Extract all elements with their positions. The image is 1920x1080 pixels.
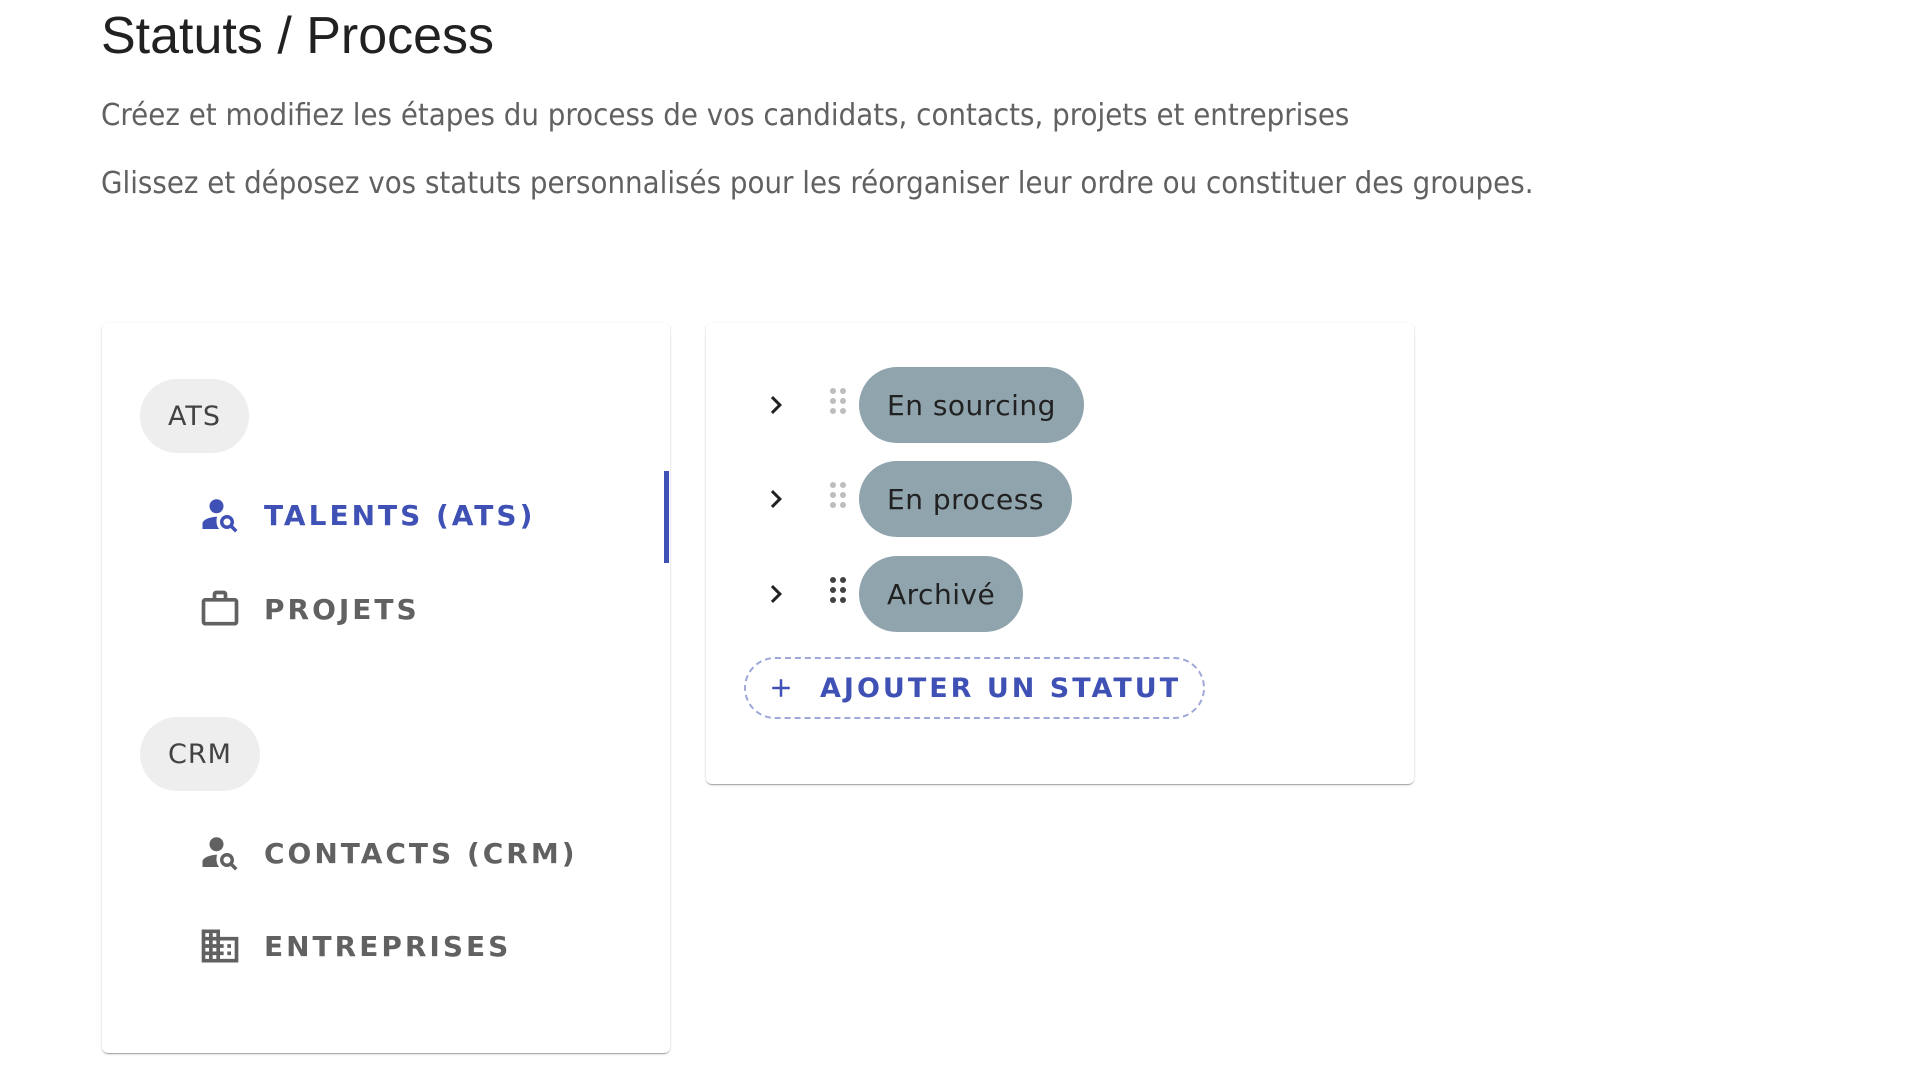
nav-item-projets[interactable]: PROJETS [198,579,420,639]
status-chip[interactable]: En process [859,461,1072,537]
status-chip[interactable]: Archivé [859,556,1024,632]
group-chip-ats: ATS [140,379,250,453]
page-title: Statuts / Process [101,7,495,65]
plus-icon [766,673,796,703]
add-status-button[interactable]: AJOUTER UN STATUT [744,657,1206,719]
person-search-icon [198,493,242,537]
entity-nav-card: ATS TALENTS (ATS) PROJETS CRM CONTACTS (… [102,323,670,1053]
status-chip[interactable]: En sourcing [859,367,1084,443]
page: Statuts / Process Créez et modifiez les … [0,0,1920,1080]
person-search-icon [198,831,242,875]
nav-item-label: ENTREPRISES [264,929,512,963]
building-icon [198,924,242,968]
nav-item-entreprises[interactable]: ENTREPRISES [198,916,511,976]
nav-item-label: TALENTS (ATS) [264,498,536,532]
drag-handle-icon[interactable] [826,574,850,614]
nav-item-label: PROJETS [264,592,420,626]
status-list-card: En sourcing En process Archivé AJOUTER U… [706,323,1414,784]
nav-item-label: CONTACTS (CRM) [264,836,578,870]
chevron-right-icon[interactable] [758,387,794,423]
active-indicator [664,471,669,563]
nav-item-contacts[interactable]: CONTACTS (CRM) [198,823,578,883]
drag-handle-icon[interactable] [826,479,850,519]
chevron-right-icon[interactable] [758,576,794,612]
page-instructions: Glissez et déposez vos statuts personnal… [101,166,1534,201]
briefcase-icon [198,587,242,631]
page-description: Créez et modifiez les étapes du process … [101,98,1350,133]
drag-handle-icon[interactable] [826,385,850,425]
chevron-right-icon[interactable] [758,481,794,517]
group-chip-crm: CRM [140,717,260,791]
nav-item-talents[interactable]: TALENTS (ATS) [198,485,535,545]
add-status-label: AJOUTER UN STATUT [820,672,1182,704]
